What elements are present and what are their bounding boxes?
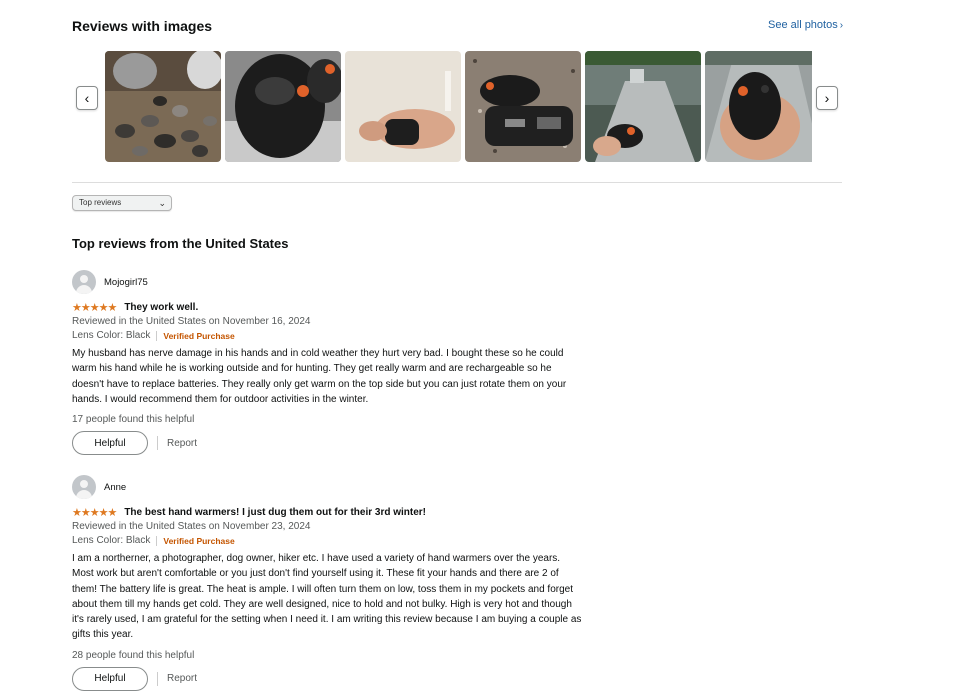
action-divider (157, 436, 158, 451)
sort-reviews-dropdown[interactable]: Top reviews ⌄ (72, 195, 172, 211)
chevron-down-icon: ⌄ (158, 198, 166, 208)
reviewer-name[interactable]: Mojogirl75 (104, 277, 148, 288)
action-divider (157, 671, 158, 686)
review-image (105, 51, 221, 162)
avatar (72, 475, 96, 499)
carousel-next-button[interactable]: › (816, 86, 838, 110)
review-image (585, 51, 701, 162)
review-item: Anne ★★★★★ The best hand warmers! I just… (72, 475, 592, 691)
verified-purchase-badge: Verified Purchase (163, 535, 235, 546)
report-link[interactable]: Report (167, 438, 197, 449)
review-item: Mojogirl75 ★★★★★ They work well. Reviewe… (72, 270, 592, 456)
star-rating-icon[interactable]: ★★★★★ (72, 301, 117, 314)
review-image-thumbnail[interactable] (585, 51, 701, 162)
review-date: Reviewed in the United States on Novembe… (72, 521, 311, 532)
chevron-right-icon: › (824, 90, 830, 106)
review-image (225, 51, 341, 162)
reviewer-name[interactable]: Anne (104, 482, 126, 493)
lens-color-variant: Lens Color: Black (72, 535, 151, 546)
review-date: Reviewed in the United States on Novembe… (72, 316, 311, 327)
report-link[interactable]: Report (167, 673, 197, 684)
chevron-right-icon: › (839, 20, 844, 31)
see-all-photos-label[interactable]: See all photos (768, 19, 838, 31)
review-title[interactable]: The best hand warmers! I just dug them o… (124, 507, 426, 518)
helpful-button[interactable]: Helpful (72, 431, 148, 456)
avatar (72, 270, 96, 294)
lens-color-variant: Lens Color: Black (72, 330, 151, 341)
verified-purchase-badge: Verified Purchase (163, 330, 235, 341)
review-body: I am a northerner, a photographer, dog o… (72, 553, 582, 641)
helpful-count: 28 people found this helpful (72, 649, 195, 661)
review-image-thumbnail[interactable] (705, 51, 812, 162)
helpful-button[interactable]: Helpful (72, 666, 148, 691)
review-image (345, 51, 461, 162)
see-all-photos-link[interactable]: See all photos › (768, 19, 843, 31)
chevron-left-icon: ‹ (84, 90, 90, 106)
meta-divider (156, 535, 158, 546)
review-body: My husband has nerve damage in his hands… (72, 348, 567, 405)
carousel-prev-button[interactable]: ‹ (76, 86, 98, 110)
review-image-thumbnail[interactable] (225, 51, 341, 162)
review-image-thumbnail[interactable] (465, 51, 581, 162)
review-images-carousel (105, 51, 812, 162)
sort-selected-value: Top reviews (79, 198, 122, 207)
top-reviews-heading: Top reviews from the United States (72, 236, 289, 251)
section-divider (72, 182, 842, 183)
reviews-with-images-title: Reviews with images (72, 18, 213, 34)
review-image-thumbnail[interactable] (345, 51, 461, 162)
helpful-count: 17 people found this helpful (72, 414, 195, 426)
reviewer-profile[interactable]: Mojogirl75 (72, 270, 592, 294)
reviewer-profile[interactable]: Anne (72, 475, 592, 499)
review-title[interactable]: They work well. (124, 302, 198, 313)
meta-divider (156, 330, 158, 341)
star-rating-icon[interactable]: ★★★★★ (72, 506, 117, 519)
review-image (705, 51, 812, 162)
review-image (465, 51, 581, 162)
review-image-thumbnail[interactable] (105, 51, 221, 162)
